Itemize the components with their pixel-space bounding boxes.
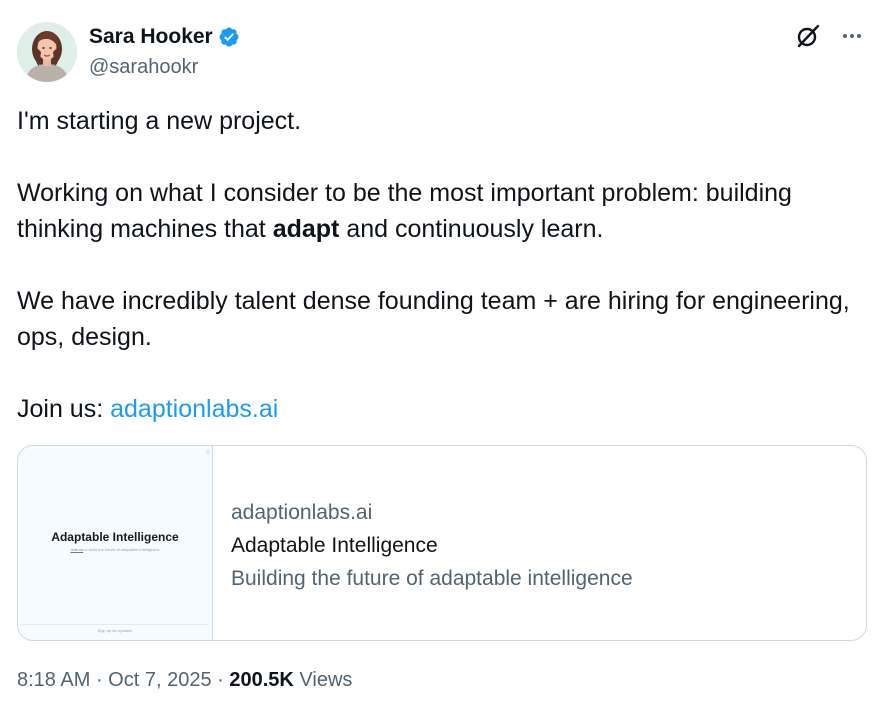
tweet-text: I'm starting a new project. Working on w… — [17, 103, 867, 427]
link-preview-domain: adaptionlabs.ai — [231, 501, 373, 524]
grok-icon[interactable] — [794, 22, 822, 50]
thumbnail-divider — [22, 624, 208, 625]
tweet-text-span: Join us: — [17, 395, 111, 423]
views-label: Views — [293, 669, 353, 691]
tweet-actions-top — [794, 22, 866, 50]
tweet-bold-text: adapt — [272, 215, 340, 243]
tweet-time[interactable]: 8:18 AM — [17, 669, 90, 691]
tweet-meta: 8:18 AM · Oct 7, 2025 · 200.5K Views — [17, 666, 352, 694]
thumbnail-subtitle-link: Join us — [70, 547, 84, 552]
link-preview-title: Adaptable Intelligence — [231, 534, 438, 557]
tweet-paragraph-1: I'm starting a new project. — [17, 107, 302, 135]
thumbnail-subtitle: Join us to build the future of adaptable… — [18, 547, 212, 552]
avatar-image — [17, 22, 77, 82]
more-icon[interactable] — [838, 22, 866, 50]
author-name[interactable]: Sara Hooker — [89, 24, 213, 50]
verified-badge-icon[interactable] — [218, 26, 240, 48]
meta-separator: · — [90, 669, 109, 691]
link-preview-card[interactable]: ☰ Adaptable Intelligence Join us to buil… — [17, 445, 867, 641]
tweet-paragraph-3: We have incredibly talent dense founding… — [17, 287, 850, 351]
tweet-paragraph-2: Working on what I consider to be the mos… — [17, 175, 867, 247]
link-preview-text: adaptionlabs.ai Adaptable Intelligence B… — [213, 446, 633, 640]
author-name-row: Sara Hooker — [89, 24, 240, 50]
meta-separator: · — [211, 669, 230, 691]
tweet-paragraph-4: Join us: adaptionlabs.ai — [17, 391, 867, 427]
thumbnail-corner-mark: ☰ — [205, 450, 210, 456]
views-count[interactable]: 200.5K — [229, 669, 294, 691]
link-preview-description: Building the future of adaptable intelli… — [231, 567, 633, 590]
tweet-text-span: and continuously learn. — [339, 215, 604, 243]
thumbnail-footer: Sign up for updates — [97, 628, 133, 633]
thumbnail-subtitle-text: to build the future of adaptable intelli… — [83, 547, 160, 552]
avatar[interactable] — [17, 22, 77, 82]
thumbnail-title: Adaptable Intelligence — [51, 530, 179, 544]
tweet-link[interactable]: adaptionlabs.ai — [110, 395, 278, 423]
author-handle[interactable]: @sarahookr — [89, 55, 198, 79]
link-preview-thumbnail: ☰ Adaptable Intelligence Join us to buil… — [18, 446, 213, 640]
tweet-date[interactable]: Oct 7, 2025 — [108, 669, 211, 691]
